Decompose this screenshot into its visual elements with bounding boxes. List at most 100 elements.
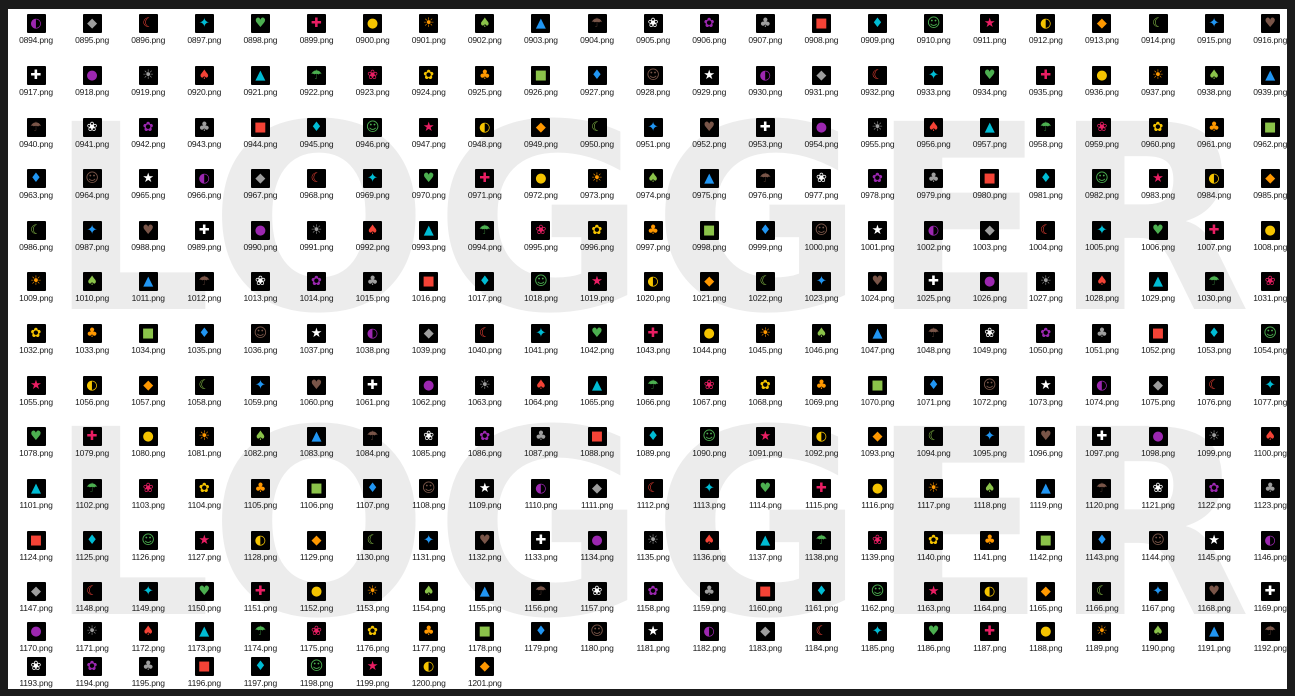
file-item[interactable]: ◆ 0949.png [513, 115, 569, 159]
file-item[interactable]: ★ 1109.png [457, 476, 513, 520]
file-item[interactable]: ♠ 0992.png [345, 218, 401, 262]
file-item[interactable]: ♥ 1096.png [1018, 424, 1074, 468]
file-item[interactable]: ☂ 1192.png [1242, 619, 1287, 663]
file-item[interactable]: ❀ 1103.png [120, 476, 176, 520]
file-item[interactable]: ❀ 1049.png [962, 321, 1018, 365]
file-item[interactable]: ✿ 1158.png [625, 579, 681, 623]
file-item[interactable]: ◆ 0895.png [64, 11, 120, 55]
file-item[interactable]: ♥ 1150.png [176, 579, 232, 623]
file-item[interactable]: ✦ 0987.png [64, 218, 120, 262]
file-item[interactable]: ■ 0926.png [513, 63, 569, 107]
file-item[interactable]: ★ 0965.png [120, 166, 176, 210]
file-item[interactable]: ♠ 0956.png [906, 115, 962, 159]
file-item[interactable]: ✿ 1194.png [64, 654, 120, 689]
file-item[interactable]: ▲ 1047.png [850, 321, 906, 365]
file-item[interactable]: ▲ 1119.png [1018, 476, 1074, 520]
file-item[interactable]: ✚ 1061.png [345, 373, 401, 417]
file-item[interactable]: ■ 0980.png [962, 166, 1018, 210]
file-item[interactable]: ❀ 1121.png [1130, 476, 1186, 520]
file-item[interactable]: ♣ 1033.png [64, 321, 120, 365]
file-item[interactable]: ◐ 1146.png [1242, 528, 1287, 572]
file-item[interactable]: ☺ 0946.png [345, 115, 401, 159]
file-item[interactable]: ☺ 1054.png [1242, 321, 1287, 365]
file-item[interactable]: ♠ 1028.png [1074, 269, 1130, 313]
file-item[interactable]: ♦ 1143.png [1074, 528, 1130, 572]
file-item[interactable]: ☺ 1090.png [681, 424, 737, 468]
file-item[interactable]: ☀ 0973.png [569, 166, 625, 210]
file-item[interactable]: ♣ 1123.png [1242, 476, 1287, 520]
file-item[interactable]: ◆ 1147.png [8, 579, 64, 623]
file-item[interactable]: ♥ 0934.png [962, 63, 1018, 107]
file-item[interactable]: ◆ 1075.png [1130, 373, 1186, 417]
file-item[interactable]: ■ 1124.png [8, 528, 64, 572]
file-item[interactable]: ✚ 1025.png [906, 269, 962, 313]
file-item[interactable]: ★ 1055.png [8, 373, 64, 417]
file-item[interactable]: ❀ 0941.png [64, 115, 120, 159]
file-item[interactable]: ◆ 1201.png [457, 654, 513, 689]
file-item[interactable]: ✿ 1014.png [289, 269, 345, 313]
file-item[interactable]: ▲ 1137.png [737, 528, 793, 572]
file-item[interactable]: ◐ 1164.png [962, 579, 1018, 623]
file-item[interactable]: ▲ 0957.png [962, 115, 1018, 159]
file-item[interactable]: ◐ 0894.png [8, 11, 64, 55]
file-item[interactable]: ☂ 1102.png [64, 476, 120, 520]
file-item[interactable]: ☀ 1153.png [345, 579, 401, 623]
file-item[interactable]: ☺ 1036.png [232, 321, 288, 365]
file-item[interactable]: ★ 0929.png [681, 63, 737, 107]
file-item[interactable]: ✚ 0971.png [457, 166, 513, 210]
file-item[interactable]: ☾ 1130.png [345, 528, 401, 572]
file-item[interactable]: ♦ 0999.png [737, 218, 793, 262]
file-item[interactable]: ✿ 0960.png [1130, 115, 1186, 159]
file-item[interactable]: ♦ 1197.png [232, 654, 288, 689]
file-item[interactable]: ☂ 0940.png [8, 115, 64, 159]
file-item[interactable]: ▲ 0993.png [401, 218, 457, 262]
file-item[interactable]: ♣ 0907.png [737, 11, 793, 55]
file-item[interactable]: ✚ 1169.png [1242, 579, 1287, 623]
file-item[interactable]: ◐ 1038.png [345, 321, 401, 365]
file-item[interactable]: ◆ 1003.png [962, 218, 1018, 262]
file-item[interactable]: ♦ 1161.png [793, 579, 849, 623]
file-item[interactable]: ♦ 0909.png [850, 11, 906, 55]
file-item[interactable]: ☀ 1117.png [906, 476, 962, 520]
file-item[interactable]: ♥ 1186.png [906, 619, 962, 663]
file-item[interactable]: ★ 1163.png [906, 579, 962, 623]
file-item[interactable]: ☺ 1000.png [793, 218, 849, 262]
file-item[interactable]: ■ 1034.png [120, 321, 176, 365]
file-item[interactable]: ◆ 1165.png [1018, 579, 1074, 623]
file-item[interactable]: ✿ 0978.png [850, 166, 906, 210]
file-item[interactable]: ☀ 0919.png [120, 63, 176, 107]
file-item[interactable]: ♣ 1159.png [681, 579, 737, 623]
file-item[interactable]: ☾ 0968.png [289, 166, 345, 210]
file-item[interactable]: ☂ 1156.png [513, 579, 569, 623]
file-item[interactable]: ✚ 1097.png [1074, 424, 1130, 468]
file-item[interactable]: ✿ 1032.png [8, 321, 64, 365]
file-item[interactable]: ☺ 0982.png [1074, 166, 1130, 210]
file-item[interactable]: ☀ 1045.png [737, 321, 793, 365]
file-item[interactable]: ❀ 1193.png [8, 654, 64, 689]
file-item[interactable]: ♠ 0938.png [1186, 63, 1242, 107]
file-item[interactable]: ♣ 1051.png [1074, 321, 1130, 365]
file-item[interactable]: ▲ 0903.png [513, 11, 569, 55]
file-item[interactable]: ☀ 0955.png [850, 115, 906, 159]
file-item[interactable]: ☺ 0910.png [906, 11, 962, 55]
file-item[interactable]: ◆ 0913.png [1074, 11, 1130, 55]
file-item[interactable]: ❀ 1157.png [569, 579, 625, 623]
file-item[interactable]: ✦ 1023.png [793, 269, 849, 313]
file-item[interactable]: ♠ 0920.png [176, 63, 232, 107]
file-item[interactable]: ☾ 1148.png [64, 579, 120, 623]
file-item[interactable]: ☾ 1166.png [1074, 579, 1130, 623]
file-item[interactable]: ● 0936.png [1074, 63, 1130, 107]
file-item[interactable]: ▲ 1029.png [1130, 269, 1186, 313]
file-item[interactable]: ♣ 0979.png [906, 166, 962, 210]
file-item[interactable]: ❀ 0977.png [793, 166, 849, 210]
file-item[interactable]: ■ 1070.png [850, 373, 906, 417]
file-item[interactable]: ✦ 1185.png [850, 619, 906, 663]
file-item[interactable]: ● 1062.png [401, 373, 457, 417]
file-item[interactable]: ❀ 0923.png [345, 63, 401, 107]
file-item[interactable]: ♦ 0963.png [8, 166, 64, 210]
file-item[interactable]: ✿ 1068.png [737, 373, 793, 417]
file-item[interactable]: ♠ 1154.png [401, 579, 457, 623]
file-item[interactable]: ♥ 1042.png [569, 321, 625, 365]
file-item[interactable]: ♣ 0961.png [1186, 115, 1242, 159]
file-item[interactable]: ✿ 0906.png [681, 11, 737, 55]
